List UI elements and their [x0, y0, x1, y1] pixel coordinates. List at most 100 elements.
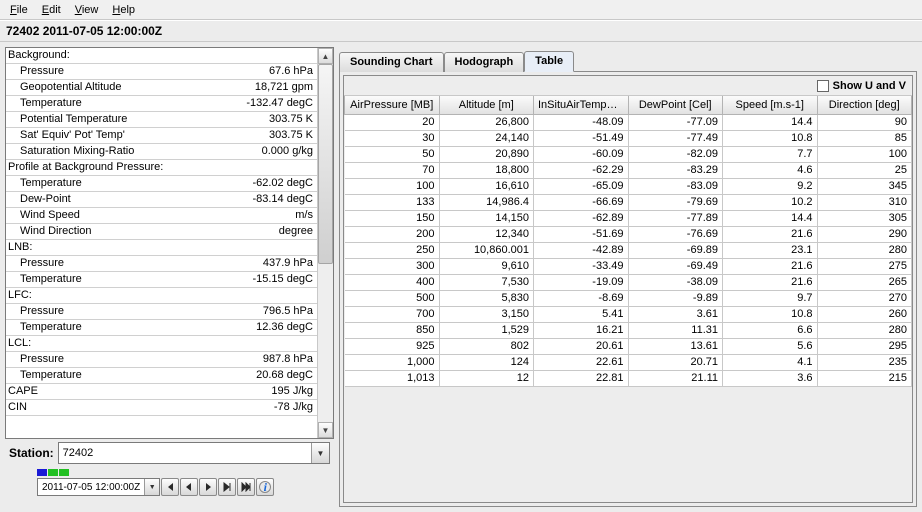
table-row[interactable]: 3009,610-33.49-69.4921.6275	[345, 258, 912, 274]
table-cell: 9.7	[723, 290, 818, 306]
column-header[interactable]: Altitude [m]	[439, 96, 534, 114]
scroll-up-icon[interactable]: ▲	[318, 48, 333, 64]
table-cell: 1,013	[345, 370, 440, 386]
table-cell: 85	[817, 130, 912, 146]
info-value: degree	[209, 224, 317, 239]
table-row[interactable]: 4007,530-19.09-38.0921.6265	[345, 274, 912, 290]
station-input[interactable]	[59, 443, 311, 463]
table-row[interactable]: 5005,830-8.69-9.899.7270	[345, 290, 912, 306]
info-row: Pressure67.6 hPa	[6, 64, 317, 80]
table-cell: 3,150	[439, 306, 534, 322]
menu-help[interactable]: Help	[106, 3, 141, 17]
tab-table[interactable]: Table	[524, 51, 574, 72]
table-row[interactable]: 1,0131222.8121.113.6215	[345, 370, 912, 386]
info-value: 0.000 g/kg	[209, 144, 317, 159]
info-value: -132.47 degC	[209, 96, 317, 111]
station-combo[interactable]: ▼	[58, 442, 330, 464]
table-row[interactable]: 3024,140-51.49-77.4910.885	[345, 130, 912, 146]
table-cell: 305	[817, 210, 912, 226]
table-row[interactable]: 7018,800-62.29-83.294.625	[345, 162, 912, 178]
info-row: Pressure796.5 hPa	[6, 304, 317, 320]
info-row: Dew-Point-83.14 degC	[6, 192, 317, 208]
info-row: Temperature-132.47 degC	[6, 96, 317, 112]
time-selector[interactable]: 2011-07-05 12:00:00Z ▼	[37, 478, 160, 496]
info-label: CAPE	[6, 384, 209, 399]
table-row[interactable]: 5020,890-60.09-82.097.7100	[345, 146, 912, 162]
time-bar-1	[37, 469, 47, 476]
info-row: Pressure437.9 hPa	[6, 256, 317, 272]
table-row[interactable]: 10016,610-65.09-83.099.2345	[345, 178, 912, 194]
menu-edit[interactable]: Edit	[36, 3, 67, 17]
column-header[interactable]: Speed [m.s-1]	[723, 96, 818, 114]
table-cell: -19.09	[534, 274, 629, 290]
table-cell: 20,890	[439, 146, 534, 162]
tab-sounding-chart[interactable]: Sounding Chart	[339, 52, 444, 72]
table-row[interactable]: 7003,1505.413.6110.8260	[345, 306, 912, 322]
table-row[interactable]: 92580220.6113.615.6295	[345, 338, 912, 354]
info-value: 195 J/kg	[209, 384, 317, 399]
table-cell: 7,530	[439, 274, 534, 290]
menubar: File Edit View Help	[0, 0, 922, 20]
column-header[interactable]: AirPressure [MB]	[345, 96, 440, 114]
info-icon: i	[259, 481, 271, 493]
info-row: CIN-78 J/kg	[6, 400, 317, 416]
info-value: 12.36 degC	[209, 320, 317, 335]
table-cell: 24,140	[439, 130, 534, 146]
table-cell: 50	[345, 146, 440, 162]
table-empty-area	[344, 387, 912, 503]
table-cell: 1,000	[345, 354, 440, 370]
table-cell: 4.6	[723, 162, 818, 178]
table-row[interactable]: 1,00012422.6120.714.1235	[345, 354, 912, 370]
table-row[interactable]: 20012,340-51.69-76.6921.6290	[345, 226, 912, 242]
table-cell: 345	[817, 178, 912, 194]
table-cell: 22.61	[534, 354, 629, 370]
table-row[interactable]: 25010,860.001-42.89-69.8923.1280	[345, 242, 912, 258]
info-row: Temperature20.68 degC	[6, 368, 317, 384]
next-button[interactable]	[218, 478, 236, 496]
info-row: Temperature12.36 degC	[6, 320, 317, 336]
info-label: Temperature	[6, 96, 209, 111]
table-cell: 3.61	[628, 306, 723, 322]
info-label: Pressure	[6, 64, 209, 79]
info-label: Sat' Equiv' Pot' Temp'	[6, 128, 209, 143]
table-cell: 21.6	[723, 226, 818, 242]
info-value: -83.14 degC	[209, 192, 317, 207]
table-cell: -51.49	[534, 130, 629, 146]
info-button[interactable]: i	[256, 478, 274, 496]
info-label: Saturation Mixing-Ratio	[6, 144, 209, 159]
table-cell: 700	[345, 306, 440, 322]
table-cell: -83.29	[628, 162, 723, 178]
column-header[interactable]: InSituAirTemper...	[534, 96, 629, 114]
tab-hodograph[interactable]: Hodograph	[444, 52, 525, 72]
column-header[interactable]: DewPoint [Cel]	[628, 96, 723, 114]
info-label: LFC:	[6, 288, 209, 303]
info-row: Potential Temperature303.75 K	[6, 112, 317, 128]
table-row[interactable]: 2026,800-48.09-77.0914.490	[345, 114, 912, 130]
table-row[interactable]: 8501,52916.2111.316.6280	[345, 322, 912, 338]
first-button[interactable]	[161, 478, 179, 496]
chevron-down-icon[interactable]: ▼	[144, 479, 159, 495]
info-row: LCL:	[6, 336, 317, 352]
info-scrollbar[interactable]: ▲ ▼	[317, 48, 333, 438]
info-value: 796.5 hPa	[209, 304, 317, 319]
chevron-down-icon[interactable]: ▼	[311, 443, 329, 463]
info-value	[209, 48, 317, 63]
table-cell: 30	[345, 130, 440, 146]
scroll-track[interactable]	[318, 64, 333, 422]
right-panel: Sounding Chart Hodograph Table Show U an…	[334, 42, 922, 512]
play-button[interactable]	[199, 478, 217, 496]
scroll-down-icon[interactable]: ▼	[318, 422, 333, 438]
menu-file[interactable]: File	[4, 3, 34, 17]
table-row[interactable]: 13314,986.4-66.69-79.6910.2310	[345, 194, 912, 210]
table-cell: 10.8	[723, 306, 818, 322]
column-header[interactable]: Direction [deg]	[817, 96, 912, 114]
table-cell: 9,610	[439, 258, 534, 274]
table-cell: 925	[345, 338, 440, 354]
scroll-thumb[interactable]	[318, 64, 333, 264]
table-cell: 26,800	[439, 114, 534, 130]
show-uv-checkbox[interactable]	[817, 80, 829, 92]
last-button[interactable]	[237, 478, 255, 496]
menu-view[interactable]: View	[69, 3, 105, 17]
prev-button[interactable]	[180, 478, 198, 496]
table-row[interactable]: 15014,150-62.89-77.8914.4305	[345, 210, 912, 226]
